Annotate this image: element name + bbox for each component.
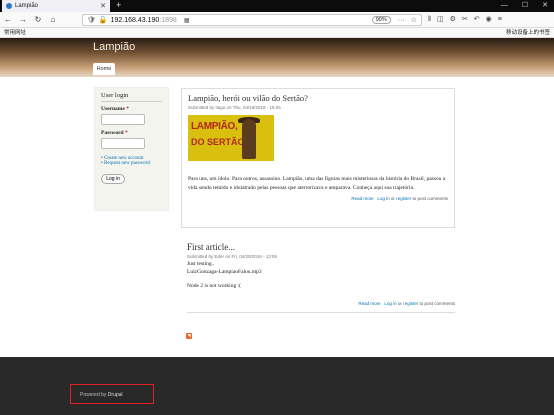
qr-code-icon[interactable]: ▦ (184, 17, 190, 24)
account-icon[interactable]: ◉ (486, 14, 492, 26)
nav-home-tab[interactable]: Home (93, 63, 115, 75)
username-input[interactable] (101, 114, 145, 125)
menu-icon[interactable]: ≡ (498, 14, 502, 26)
user-login-block: User login Username * Password * Create … (94, 87, 169, 211)
close-window-icon[interactable]: ✕ (542, 0, 548, 12)
undo-icon[interactable]: ↶ (474, 14, 480, 26)
article-line: Node 2 is not working :( (187, 283, 241, 289)
bookmarks-bar: 常用网址 移动设备上的书签 (0, 28, 554, 38)
new-tab-button[interactable]: + (116, 0, 121, 11)
article-image: LAMPIÃO, DO SERTÃO (188, 115, 274, 161)
drupal-link[interactable]: Drupal (108, 392, 123, 398)
window-controls: — ☐ ✕ (501, 0, 554, 12)
article-links: Read more Log in or register to post com… (188, 196, 448, 201)
rss-feed-icon[interactable]: ◥ (186, 333, 192, 339)
back-icon[interactable]: ← (3, 14, 13, 25)
forward-icon[interactable]: → (18, 14, 28, 25)
article-title[interactable]: Lampião, herói ou vilão do Sertão? (188, 93, 448, 103)
url-bar[interactable]: 🛡 🔓 192.168.43.190:1898 ▦ 90% ··· ☆ (82, 14, 422, 26)
login-link[interactable]: Log in (377, 196, 389, 201)
poster-figure-shape (242, 119, 256, 159)
article-submitted: Submitted by Eder on Fri, 04/20/2018 - 1… (187, 254, 278, 259)
site-footer: Powered by Drupal (0, 357, 554, 415)
bookmark-star-icon[interactable]: ☆ (411, 16, 417, 24)
powered-by-box: Powered by Drupal (70, 384, 154, 404)
browser-navbar: ← → ↻ ⌂ 🛡 🔓 192.168.43.190:1898 ▦ 90% ··… (0, 12, 554, 28)
login-links: Create new account Request new password (101, 156, 162, 166)
browser-tab[interactable]: Lampião ✕ (2, 0, 110, 12)
zoom-level[interactable]: 90% (371, 16, 391, 24)
login-button[interactable]: Log in (101, 174, 125, 184)
url-port: :1898 (159, 16, 177, 24)
request-password-link[interactable]: Request new password (101, 161, 162, 166)
site-header: Lampião Home (0, 38, 554, 77)
read-more-link[interactable]: Read more (358, 301, 380, 306)
library-icon[interactable]: ⫴ (428, 14, 431, 26)
site-name[interactable]: Lampião (93, 41, 135, 53)
reload-icon[interactable]: ↻ (33, 14, 43, 25)
extension-icon[interactable]: ⚙ (450, 14, 456, 26)
article-submitted: Submitted by tiago on Thu, 04/19/2018 - … (188, 105, 281, 110)
maximize-icon[interactable]: ☐ (522, 0, 528, 12)
home-icon[interactable]: ⌂ (48, 14, 58, 25)
article-title[interactable]: First article... (187, 242, 455, 252)
poster-title-line2: DO SERTÃO (191, 137, 245, 147)
or-text: or (390, 196, 395, 201)
close-tab-icon[interactable]: ✕ (100, 2, 106, 10)
toolbar-icons: ⫴ ◫ ⚙ ✂ ↶ ◉ ≡ (428, 14, 502, 26)
minimize-icon[interactable]: — (501, 0, 508, 12)
or-text: or (397, 301, 402, 306)
site-favicon-icon (6, 3, 12, 9)
register-link[interactable]: register (396, 196, 411, 201)
insecure-lock-icon[interactable]: 🔓 (99, 16, 108, 24)
url-host: 192.168.43.190 (110, 16, 160, 24)
screenshot-icon[interactable]: ✂ (462, 14, 468, 26)
register-link[interactable]: register (403, 301, 418, 306)
bookmark-common-sites[interactable]: 常用网址 (4, 28, 26, 38)
sidebar-icon[interactable]: ◫ (437, 14, 444, 26)
password-input[interactable] (101, 138, 145, 149)
post-comments-text: to post comments (419, 301, 455, 306)
post-comments-text: to post comments (412, 196, 448, 201)
page-actions-icon[interactable]: ··· (398, 17, 405, 24)
login-block-title: User login (101, 92, 162, 102)
shield-icon[interactable]: 🛡 (87, 16, 96, 24)
read-more-link[interactable]: Read more (351, 196, 373, 201)
article-line: Just testing.. (187, 261, 215, 267)
poster-title-line1: LAMPIÃO, (191, 121, 238, 132)
browser-tab-bar: Lampião ✕ + — ☐ ✕ (0, 0, 554, 12)
password-label: Password * (101, 130, 128, 136)
main-content: User login Username * Password * Create … (0, 77, 554, 357)
article-body: Para uns, um ídolo. Para outros, assassi… (188, 176, 446, 191)
username-label: Username * (101, 106, 129, 112)
login-link[interactable]: Log in (384, 301, 396, 306)
article-links: Read more Log in or register to post com… (187, 301, 455, 313)
article-lampiao: Lampião, herói ou vilão do Sertão? Submi… (181, 88, 455, 228)
article-file: LuizGonzaga-LampiaoFalou.mp3 (187, 269, 262, 275)
bookmark-mobile[interactable]: 移动设备上的书签 (506, 28, 550, 38)
article-first: First article... Submitted by Eder on Fr… (187, 242, 455, 313)
powered-by-text: Powered by (80, 392, 107, 398)
tab-title: Lampião (15, 3, 39, 9)
